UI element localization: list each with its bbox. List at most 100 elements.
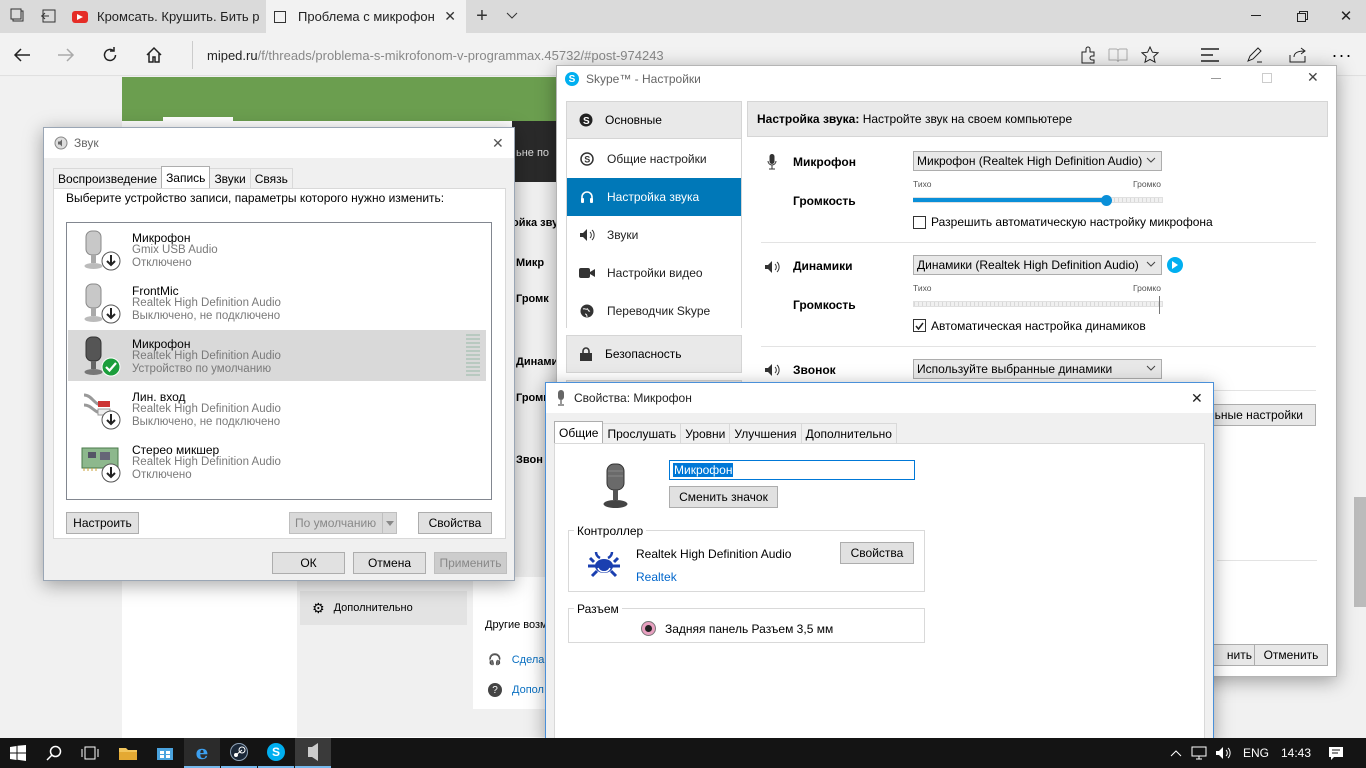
back-arrow-icon[interactable]: [8, 41, 36, 69]
refresh-icon[interactable]: [96, 41, 124, 69]
cancel-button[interactable]: Отмена: [353, 552, 426, 574]
tab-sounds[interactable]: Звуки: [209, 168, 251, 188]
mic-volume-thumb[interactable]: [1100, 195, 1112, 206]
peek-text: Громк: [516, 293, 549, 305]
speakers-volume-slider[interactable]: [913, 301, 1163, 307]
minimize-icon[interactable]: [1236, 2, 1276, 30]
device-row[interactable]: FrontMic Realtek High Definition Audio В…: [68, 277, 486, 328]
set-aside-tabs-icon[interactable]: [34, 2, 62, 30]
nav-item-general[interactable]: S Общие настройки: [567, 140, 741, 178]
peek-text: Другие возм: [485, 619, 548, 631]
windows-start-icon[interactable]: [0, 738, 36, 768]
cancel-button[interactable]: Отменить: [1254, 644, 1328, 666]
level-meter: [466, 334, 480, 376]
new-tab-icon[interactable]: +: [468, 2, 496, 30]
peek-link: ? Допол: [488, 683, 544, 697]
device-row[interactable]: Стерео микшер Realtek High Definition Au…: [68, 436, 486, 487]
advanced-item: ⚙ Дополнительно: [300, 591, 467, 625]
speaker-volume-icon: [54, 136, 68, 150]
play-test-sound-icon[interactable]: [1167, 257, 1183, 273]
nav-item-sounds[interactable]: Звуки: [567, 216, 741, 254]
nav-security-header[interactable]: Безопасность: [566, 335, 742, 373]
chevron-up-icon[interactable]: [1166, 738, 1186, 768]
nav-item-translator[interactable]: Переводчик Skype: [567, 292, 741, 330]
auto-speakers-checkbox[interactable]: [913, 319, 926, 332]
file-explorer-icon[interactable]: [110, 738, 146, 768]
mic-device-value: Микрофон (Realtek High Definition Audio): [917, 154, 1143, 168]
tab-advanced[interactable]: Дополнительно: [800, 423, 897, 443]
device-row[interactable]: Лин. вход Realtek High Definition Audio …: [68, 383, 486, 434]
gear-icon: ⚙: [312, 599, 325, 616]
close-icon[interactable]: ✕: [1307, 69, 1319, 86]
mic-icon: [80, 228, 124, 272]
configure-button[interactable]: Настроить: [66, 512, 139, 534]
audio-header-title: Настройка звука:: [757, 112, 860, 126]
tab-youtube[interactable]: Кромсать. Крушить. Бить р: [64, 0, 264, 33]
nav-main-header[interactable]: S Основные: [566, 101, 742, 139]
tab-enhancements[interactable]: Улучшения: [729, 423, 802, 443]
device-name: FrontMic: [132, 284, 179, 298]
tab-recording[interactable]: Запись: [161, 166, 211, 188]
apply-button[interactable]: Применить: [434, 552, 507, 574]
skype-logo-icon: S: [567, 152, 607, 166]
close-icon[interactable]: ✕: [1191, 390, 1203, 407]
action-center-icon[interactable]: [1318, 738, 1354, 768]
restore-icon[interactable]: [1282, 2, 1322, 30]
maximize-icon[interactable]: [1262, 73, 1272, 83]
nav-item-video[interactable]: Настройки видео: [567, 254, 741, 292]
speakers-volume-thumb[interactable]: [1159, 296, 1160, 314]
chevron-down-icon[interactable]: [498, 2, 526, 30]
clock[interactable]: 14:43: [1276, 738, 1316, 768]
audio-header: Настройка звука: Настройте звук на своем…: [747, 101, 1328, 137]
ring-device-select[interactable]: Используйте выбранные динамики: [913, 359, 1162, 379]
mic-device-select[interactable]: Микрофон (Realtek High Definition Audio): [913, 151, 1162, 171]
device-row-selected[interactable]: Микрофон Realtek High Definition Audio У…: [68, 330, 486, 381]
microphone-icon: [767, 154, 777, 170]
page-scrollbar[interactable]: [1354, 497, 1366, 607]
peek-text: Допол: [512, 684, 544, 696]
network-icon[interactable]: [1188, 738, 1210, 768]
change-icon-button[interactable]: Сменить значок: [669, 486, 778, 508]
chevron-down-icon[interactable]: [382, 513, 396, 533]
auto-mic-checkbox[interactable]: [913, 216, 926, 229]
language-indicator[interactable]: ENG: [1240, 738, 1272, 768]
device-row[interactable]: Микрофон Gmix USB Audio Отключено: [68, 224, 486, 275]
device-list: Микрофон Gmix USB Audio Отключено FrontM…: [66, 222, 492, 500]
device-driver: Realtek High Definition Audio: [132, 403, 281, 415]
peek-text: ойка зву: [512, 217, 558, 229]
minimize-icon[interactable]: [1211, 78, 1221, 79]
tab-general[interactable]: Общие: [554, 421, 604, 443]
window-title: Skype™ - Настройки: [586, 72, 701, 86]
ok-button[interactable]: ОК: [272, 552, 345, 574]
loud-label: Громко: [1133, 179, 1161, 189]
tab-manager-icon[interactable]: [4, 2, 32, 30]
properties-button[interactable]: Свойства: [418, 512, 492, 534]
tab-miped[interactable]: Проблема с микрофон ✕: [266, 0, 466, 33]
edge-browser-icon[interactable]: e: [184, 738, 220, 768]
steam-icon[interactable]: [221, 738, 257, 768]
close-window-icon[interactable]: ✕: [1326, 2, 1366, 30]
controller-vendor-link[interactable]: Realtek: [636, 570, 677, 584]
skype-taskbar-icon[interactable]: S: [258, 738, 294, 768]
tab-communications[interactable]: Связь: [249, 168, 293, 188]
store-icon[interactable]: [147, 738, 183, 768]
task-view-icon[interactable]: [72, 738, 108, 768]
peek-text: Громк: [516, 392, 549, 404]
home-icon[interactable]: [140, 41, 168, 69]
controller-properties-button[interactable]: Свойства: [840, 542, 914, 564]
forward-arrow-icon[interactable]: [52, 41, 80, 69]
speakers-device-select[interactable]: Динамики (Realtek High Definition Audio): [913, 255, 1162, 275]
tab-levels[interactable]: Уровни: [680, 423, 731, 443]
device-name-input[interactable]: Микрофон: [669, 460, 915, 480]
chevron-down-icon: [1146, 363, 1156, 373]
tab-playback[interactable]: Воспроизведение: [53, 168, 163, 188]
search-icon[interactable]: [36, 738, 72, 768]
sound-settings-taskbar-icon[interactable]: [295, 738, 331, 768]
quiet-label: Тихо: [913, 179, 932, 189]
volume-icon[interactable]: [1212, 738, 1234, 768]
set-default-button[interactable]: По умолчанию: [289, 512, 397, 534]
nav-item-audio[interactable]: Настройка звука: [567, 178, 741, 216]
close-icon[interactable]: ✕: [492, 135, 504, 152]
close-tab-icon[interactable]: ✕: [444, 8, 456, 25]
tab-listen[interactable]: Прослушать: [602, 423, 682, 443]
